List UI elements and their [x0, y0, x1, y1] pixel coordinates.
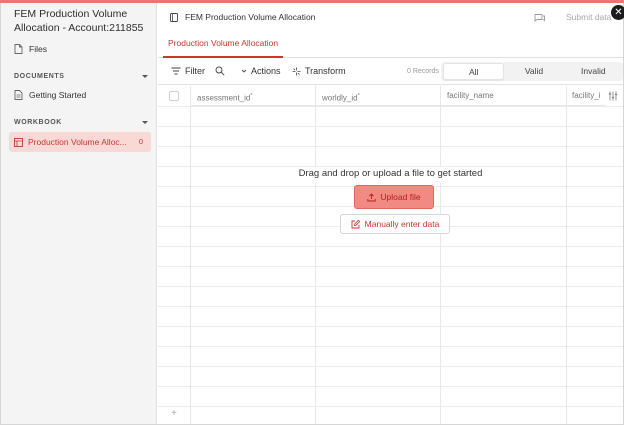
filter-icon — [171, 67, 181, 75]
main-panel: FEM Production Volume Allocation Submit … — [158, 3, 624, 424]
sparkle-icon — [292, 67, 301, 75]
column-label: facility_i — [572, 91, 601, 100]
segment-valid[interactable]: Valid — [504, 63, 563, 80]
transform-label: Transform — [305, 66, 346, 76]
column-header-assessment-id[interactable]: assessment_id* — [191, 86, 315, 106]
transform-button[interactable]: Transform — [292, 66, 346, 76]
filter-label: Filter — [185, 66, 205, 76]
app-title: FEM Production Volume Allocation - Accou… — [14, 8, 144, 34]
search-icon — [215, 66, 225, 76]
column-header-facility-name[interactable]: facility_name — [441, 86, 566, 106]
search-button[interactable] — [215, 66, 229, 76]
submit-data-button[interactable]: Submit data — [566, 12, 611, 22]
record-filter-segments: All Valid Invalid — [443, 63, 623, 80]
help-icon[interactable] — [534, 13, 545, 22]
column-label: worldly_id — [322, 93, 358, 103]
sidebar-item-production-volume-allocation[interactable]: Production Volume Alloc... 0 — [9, 132, 151, 152]
sheet-label: Production Volume Alloc... — [28, 137, 127, 147]
upload-file-button[interactable]: Upload file — [354, 185, 434, 209]
table-icon — [14, 137, 23, 147]
chevron-down-icon — [241, 69, 247, 73]
select-all-checkbox[interactable] — [169, 91, 179, 101]
sidebar: FEM Production Volume Allocation - Accou… — [1, 3, 157, 424]
files-link[interactable]: Files — [14, 44, 47, 54]
upload-icon — [367, 192, 377, 201]
column-settings-icon[interactable] — [608, 91, 618, 101]
record-count: 0 Records — [407, 68, 439, 75]
files-label: Files — [29, 44, 47, 54]
manually-enter-data-label: Manually enter data — [364, 219, 440, 229]
add-row-button[interactable]: + — [171, 408, 177, 419]
sheet-count-badge: 0 — [138, 137, 144, 146]
edit-icon — [351, 219, 360, 228]
sidebar-item-getting-started[interactable]: Getting Started — [14, 90, 86, 100]
workbook-header-label: WORKBOOK — [14, 119, 62, 126]
required-marker: * — [357, 93, 360, 99]
required-marker: * — [250, 93, 253, 99]
column-header-worldly-id[interactable]: worldly_id* — [316, 86, 440, 106]
column-header-facility-i[interactable]: facility_i — [567, 86, 605, 106]
segment-invalid[interactable]: Invalid — [564, 63, 623, 80]
column-label: facility_name — [447, 91, 494, 100]
workbook-section-header[interactable]: WORKBOOK — [14, 119, 148, 126]
segment-all[interactable]: All — [443, 63, 505, 80]
chevron-down-icon — [142, 121, 148, 124]
sheet-icon — [170, 12, 178, 22]
document-title: FEM Production Volume Allocation — [185, 12, 316, 22]
empty-state-message: Drag and drop or upload a file to get st… — [298, 168, 483, 179]
chevron-down-icon — [142, 75, 148, 78]
documents-header-label: DOCUMENTS — [14, 73, 65, 80]
upload-file-label: Upload file — [380, 192, 421, 202]
sheet-tabs: Production Volume Allocation — [158, 36, 623, 58]
tab-production-volume-allocation[interactable]: Production Volume Allocation — [163, 36, 284, 58]
toolbar: Filter Actions Transform 0 Records All V… — [158, 59, 623, 85]
sidebar-item-label: Getting Started — [29, 90, 87, 100]
data-grid: assessment_id* worldly_id* facility_name… — [158, 86, 623, 424]
manually-enter-data-button[interactable]: Manually enter data — [340, 214, 450, 234]
actions-label: Actions — [251, 66, 281, 76]
filter-button[interactable]: Filter — [171, 66, 205, 76]
column-label: assessment_id — [197, 93, 251, 103]
documents-section-header[interactable]: DOCUMENTS — [14, 73, 148, 80]
document-icon — [14, 90, 23, 100]
document-header: FEM Production Volume Allocation — [170, 12, 315, 22]
file-icon — [14, 44, 23, 54]
close-button[interactable]: ✕ — [611, 5, 624, 20]
actions-button[interactable]: Actions — [241, 66, 281, 76]
